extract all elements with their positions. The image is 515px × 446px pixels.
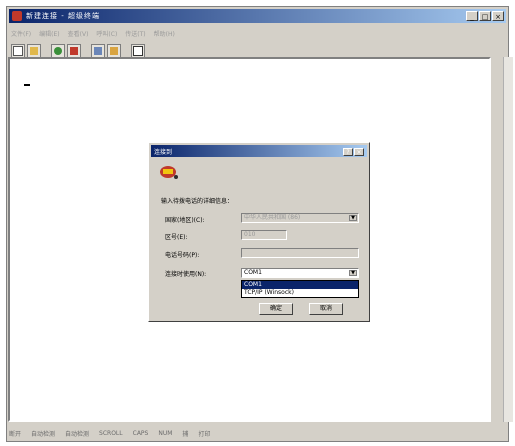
status-bar: 断开 自动检测 自动检测 SCROLL CAPS NUM 捕 打印 (9, 427, 506, 439)
area-code-input[interactable]: 010 (241, 230, 287, 240)
dialog-title: 连接到 (154, 148, 173, 156)
status-capture: 捕 (182, 430, 189, 438)
properties-button[interactable] (131, 44, 145, 58)
new-button[interactable] (11, 44, 25, 58)
status-detect-2: 自动检测 (65, 430, 90, 438)
hyperterminal-icon (12, 11, 22, 21)
menu-view[interactable]: 查看(V) (68, 29, 89, 38)
menu-transfer[interactable]: 传送(T) (125, 29, 145, 38)
terminal-cursor (24, 84, 30, 86)
ok-button[interactable]: 确定 (259, 303, 293, 315)
status-caps: CAPS (132, 429, 149, 437)
connect-button[interactable] (51, 44, 65, 58)
status-scroll: SCROLL (99, 429, 123, 437)
connect-using-select[interactable]: COM1 ▼ (241, 268, 359, 278)
connect-icon (54, 47, 62, 55)
open-button[interactable] (27, 44, 41, 58)
connect-dropdown-arrow-icon[interactable]: ▼ (349, 270, 357, 276)
connect-using-dropdown-list: COM1 TCP/IP (Winsock) (241, 280, 359, 298)
dialog-close-button[interactable]: × (354, 148, 364, 156)
menu-call[interactable]: 呼叫(C) (96, 29, 117, 38)
disconnect-button[interactable] (67, 44, 81, 58)
country-select[interactable]: 中华人民共和国 (86) ▼ (241, 213, 359, 223)
status-print: 打印 (198, 430, 211, 438)
dialog-help-button[interactable]: ? (343, 148, 353, 156)
menu-edit[interactable]: 编辑(E) (39, 29, 59, 38)
send-button[interactable] (91, 44, 105, 58)
menu-file[interactable]: 文件(F) (11, 29, 31, 38)
maximize-button[interactable]: □ (479, 11, 491, 21)
country-label: 国家(地区)(C): (165, 217, 205, 224)
window-titlebar[interactable]: 新建连接 - 超级终端 _ □ × (9, 9, 506, 23)
receive-icon (110, 47, 118, 55)
connect-using-label: 连接时使用(N): (165, 271, 207, 278)
new-icon (13, 46, 23, 56)
country-dropdown-arrow-icon[interactable]: ▼ (349, 215, 357, 221)
send-icon (94, 47, 102, 55)
cancel-button[interactable]: 取消 (309, 303, 343, 315)
menubar: 文件(F) 编辑(E) 查看(V) 呼叫(C) 传送(T) 帮助(H) (11, 27, 504, 39)
connect-to-dialog: 连接到 ? × 输入待拨电话的详细信息： 国家(地区)(C): 中华人民共和国 … (148, 142, 370, 322)
connect-using-value: COM1 (244, 269, 262, 276)
dialog-titlebar[interactable]: 连接到 ? × (151, 145, 367, 157)
minimize-button[interactable]: _ (466, 11, 478, 21)
status-num: NUM (158, 429, 173, 437)
dialog-prompt: 输入待拨电话的详细信息： (161, 198, 234, 205)
disconnect-icon (70, 47, 78, 55)
close-button[interactable]: × (492, 11, 504, 21)
status-connection: 断开 (9, 430, 22, 438)
country-value: 中华人民共和国 (86) (244, 214, 301, 221)
phone-icon (160, 166, 178, 179)
phone-number-label: 电话号码(P): (165, 252, 200, 259)
menu-help[interactable]: 帮助(H) (154, 29, 175, 38)
status-detect-1: 自动检测 (31, 430, 56, 438)
open-icon (30, 47, 38, 55)
properties-icon (133, 46, 143, 56)
area-code-value: 010 (244, 231, 256, 238)
option-tcpip[interactable]: TCP/IP (Winsock) (242, 289, 358, 297)
option-com1[interactable]: COM1 (242, 281, 358, 289)
phone-number-input[interactable] (241, 248, 359, 258)
window-title: 新建连接 - 超级终端 (26, 12, 100, 20)
vertical-scrollbar[interactable] (503, 57, 513, 422)
area-code-label: 区号(E): (165, 234, 188, 241)
receive-button[interactable] (107, 44, 121, 58)
